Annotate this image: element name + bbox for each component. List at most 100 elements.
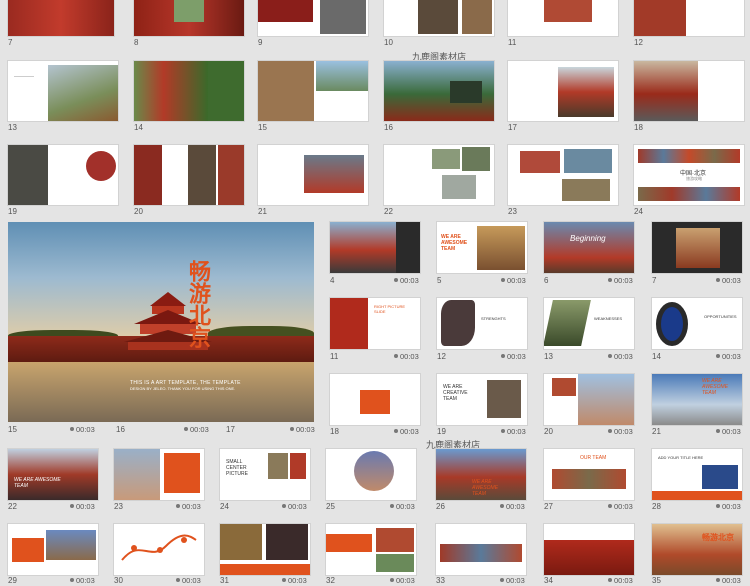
slide-caption: RIGHT PICTURE SLIDE [374, 304, 406, 314]
slide-number: 33 [436, 576, 445, 585]
duration-text: 00:03 [722, 427, 741, 436]
slide-photo [462, 0, 492, 34]
slide-orange-block [360, 390, 390, 414]
slide-duration: 00:03 [290, 425, 315, 435]
slide-caption: WE ARE CREATIVE TEAM [443, 384, 468, 402]
slide-photo [220, 524, 262, 560]
slide-photo [418, 0, 458, 34]
slide-number: 18 [634, 123, 643, 132]
slide-thumb-14b[interactable]: OPPORTUNITIES [652, 298, 742, 349]
slide-thumb-6[interactable]: Beginning [544, 222, 634, 273]
slide-thumb-21b[interactable]: WE ARE AWESOME TEAM [652, 374, 742, 425]
slide-thumb-19[interactable] [8, 145, 118, 205]
slide-thumb-11[interactable] [508, 0, 618, 36]
slide-duration: 00:03 [716, 502, 741, 512]
slide-thumb-31[interactable] [220, 524, 310, 575]
slide-thumb-13b[interactable]: WEAKNESSES [544, 298, 634, 349]
slide-thumb-21[interactable] [258, 145, 368, 205]
moat-water [8, 362, 314, 422]
slide-caption: 畅游北京 [702, 533, 734, 542]
duration-text: 00:03 [722, 502, 741, 511]
slide-thumb-35[interactable]: 畅游北京 [652, 524, 742, 575]
slide-number: 14 [652, 352, 661, 361]
slide-photo [552, 469, 626, 489]
duration-text: 00:03 [396, 576, 415, 585]
slide-caption: Beginning [570, 234, 606, 243]
duration-text: 00:03 [614, 576, 633, 585]
slide-thumb-34[interactable] [544, 524, 634, 575]
slide-number: 13 [8, 123, 17, 132]
slide-thumb-23[interactable] [508, 145, 618, 205]
slide-thumb-25[interactable] [326, 449, 416, 500]
slide-duration: 00:03 [608, 352, 633, 362]
slide-duration: 00:03 [184, 425, 209, 435]
slide-thumb-33[interactable] [436, 524, 526, 575]
slide-thumb-22[interactable] [384, 145, 494, 205]
slide-photo [304, 155, 364, 193]
slide-thumb-8[interactable] [134, 0, 244, 36]
slide-photo [208, 61, 244, 121]
slide-number: 7 [652, 276, 657, 285]
slide-thumb-23b[interactable] [114, 449, 204, 500]
slide-photo [8, 145, 48, 205]
slide-photo [442, 175, 476, 199]
slide-thumb-18b[interactable] [330, 374, 420, 425]
slide-thumb-24b[interactable]: SMALL CENTER PICTURE [220, 449, 310, 500]
slide-number: 21 [652, 427, 661, 436]
slide-thumb-15[interactable] [258, 61, 368, 121]
slide-thumb-19b[interactable]: WE ARE CREATIVE TEAM [437, 374, 527, 425]
slide-photo [638, 187, 740, 201]
slide-photo [134, 145, 162, 205]
slide-thumb-20[interactable] [134, 145, 244, 205]
slide-duration: 00:03 [500, 502, 525, 512]
timeline-curve-icon [121, 534, 197, 561]
slide-thumb-24[interactable]: 中国·北京 旅游攻略 [634, 145, 744, 205]
slide-number: 20 [134, 207, 143, 216]
slide-thumb-17[interactable] [508, 61, 618, 121]
slide-thumb-14[interactable] [134, 61, 244, 121]
slide-photo [544, 0, 592, 22]
duration-text: 00:03 [507, 427, 526, 436]
slide-thumb-12b[interactable]: STRENGHTS [437, 298, 527, 349]
slide-thumb-4[interactable] [330, 222, 420, 273]
slide-thumb-9[interactable] [258, 0, 368, 36]
slide-duration: 00:03 [70, 425, 95, 435]
slide-thumb-27[interactable]: OUR TEAM [544, 449, 634, 500]
slide-photo [258, 0, 313, 22]
slide-thumb-29[interactable] [8, 524, 98, 575]
slide-thumb-16[interactable] [384, 61, 494, 121]
slide-number: 5 [437, 276, 442, 285]
slide-thumb-32[interactable] [326, 524, 416, 575]
slide-number: 25 [326, 502, 335, 511]
slide-photo [462, 147, 490, 171]
slide-duration: 00:03 [176, 576, 201, 586]
slide-thumb-7b[interactable] [652, 222, 742, 273]
slide-thumb-5[interactable]: WE ARE AWESOME TEAM [437, 222, 527, 273]
slide-thumb-28[interactable]: ADD YOUR TITLE HERE [652, 449, 742, 500]
slide-number: 21 [258, 207, 267, 216]
slide-number: 15 [8, 425, 17, 434]
slide-number: 10 [384, 38, 393, 47]
duration-text: 00:03 [506, 502, 525, 511]
slide-thumb-30[interactable] [114, 524, 204, 575]
slide-photo [441, 300, 475, 346]
slide-photo [702, 465, 738, 489]
slide-thumb-26[interactable]: WE ARE AWESOME TEAM [436, 449, 526, 500]
slide-caption: WE ARE AWESOME TEAM [702, 378, 729, 396]
slide-number: 35 [652, 576, 661, 585]
main-slide-preview[interactable]: 畅游北京 THIS IS A ART TEMPLATE, THE TEMPLAT… [8, 222, 314, 422]
slide-photo [544, 300, 591, 346]
slide-duration: 00:03 [716, 576, 741, 586]
slide-thumb-11b[interactable]: RIGHT PICTURE SLIDE [330, 298, 420, 349]
slide-thumb-7[interactable] [8, 0, 114, 36]
slide-thumb-22b[interactable]: WE ARE AWESOME TEAM [8, 449, 98, 500]
duration-text: 00:03 [296, 425, 315, 434]
slide-thumb-10[interactable] [384, 0, 494, 36]
slide-number: 31 [220, 576, 229, 585]
slide-thumb-13[interactable]: ――――― [8, 61, 118, 121]
slide-thumb-12[interactable] [634, 0, 744, 36]
slide-number: 29 [8, 576, 17, 585]
slide-thumb-18[interactable] [634, 61, 744, 121]
slide-thumb-20b[interactable] [544, 374, 634, 425]
slide-orange-block [326, 534, 372, 552]
